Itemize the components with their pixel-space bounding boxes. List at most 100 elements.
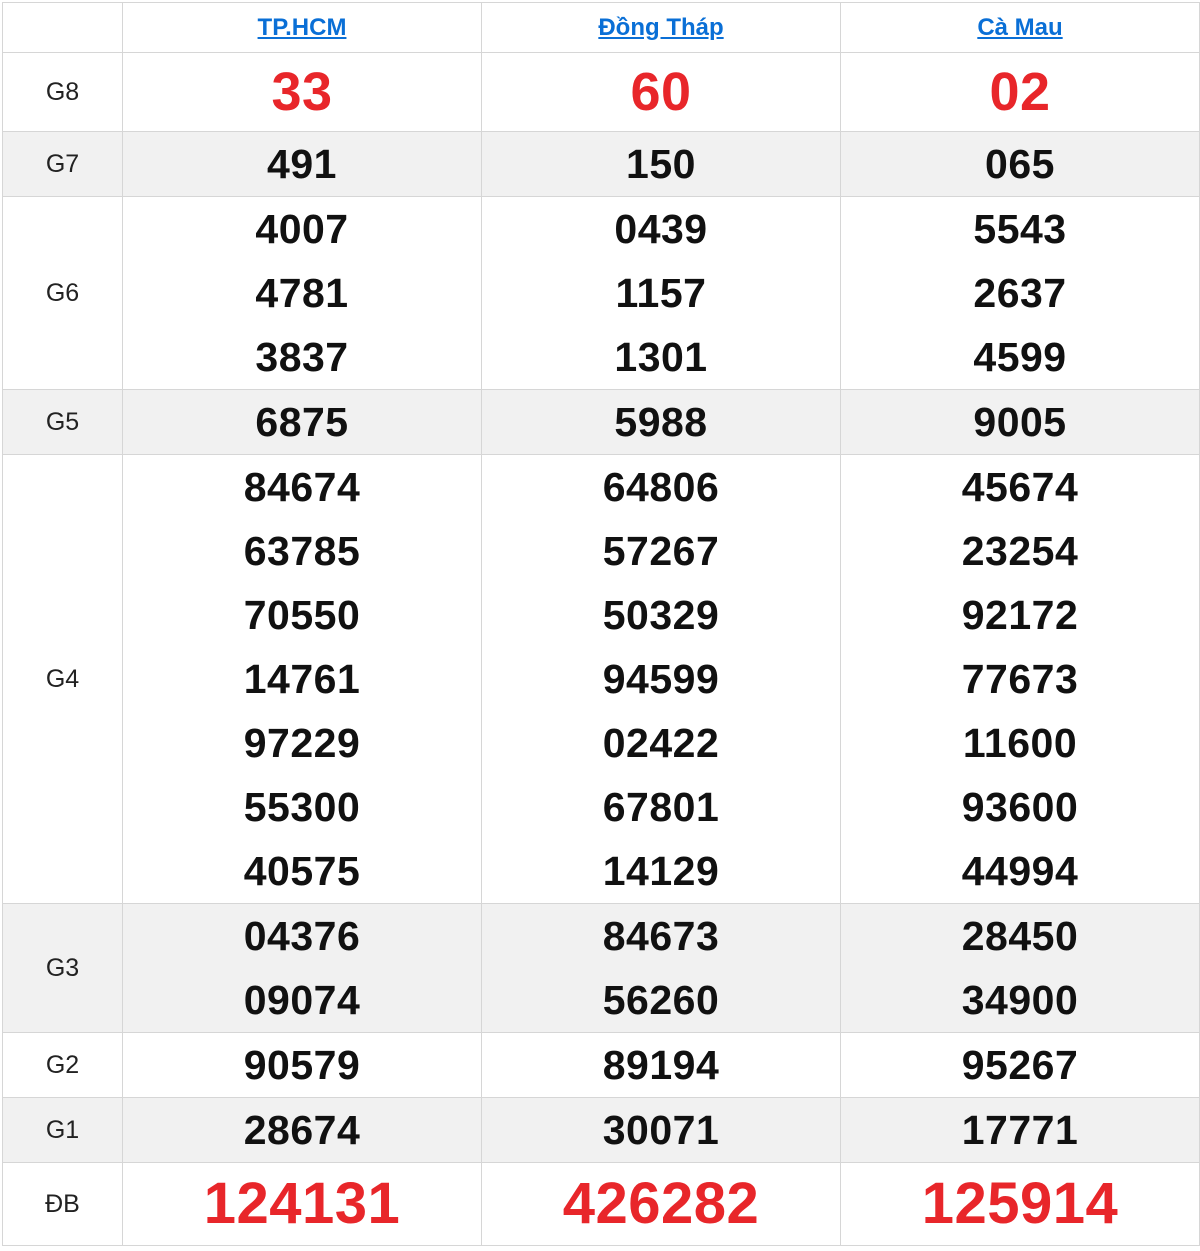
prize-row-g8: G8 33 60 02 (2, 52, 1200, 132)
prize-row-g7: G7 491 150 065 (2, 131, 1200, 197)
result-cell: 9005 (840, 389, 1200, 455)
result-number: 02 (989, 62, 1051, 122)
result-number: 94599 (602, 656, 720, 702)
prize-row-g5: G5 6875 5988 9005 (2, 389, 1200, 455)
result-number: 44994 (961, 848, 1079, 894)
result-number: 9005 (973, 399, 1067, 445)
result-cell: 491 (122, 131, 482, 197)
result-cell: 84674 63785 70550 14761 97229 55300 4057… (122, 454, 482, 904)
result-number: 4599 (973, 334, 1067, 380)
result-number: 95267 (961, 1042, 1079, 1088)
prize-row-special: ĐB 124131 426282 125914 (2, 1162, 1200, 1246)
result-cell: 95267 (840, 1032, 1200, 1098)
result-cell: 5543 2637 4599 (840, 196, 1200, 390)
result-cell: 84673 56260 (481, 903, 841, 1033)
prize-label: G5 (2, 389, 123, 455)
result-cell: 02 (840, 52, 1200, 132)
result-number: 5543 (973, 206, 1067, 252)
result-cell: 33 (122, 52, 482, 132)
result-cell: 150 (481, 131, 841, 197)
result-number: 1301 (614, 334, 708, 380)
result-number: 23254 (961, 528, 1079, 574)
result-cell: 6875 (122, 389, 482, 455)
result-number: 125914 (921, 1171, 1119, 1236)
province-link-ca-mau[interactable]: Cà Mau (977, 14, 1062, 41)
result-number: 45674 (961, 464, 1079, 510)
result-cell: 28450 34900 (840, 903, 1200, 1033)
result-number: 02422 (602, 720, 720, 766)
result-number: 57267 (602, 528, 720, 574)
result-number: 2637 (973, 270, 1067, 316)
result-number: 33 (271, 62, 333, 122)
province-header: Cà Mau (840, 2, 1200, 53)
result-number: 0439 (614, 206, 708, 252)
prize-row-g4: G4 84674 63785 70550 14761 97229 55300 4… (2, 454, 1200, 904)
result-number: 28674 (243, 1107, 361, 1153)
result-number: 09074 (243, 977, 361, 1023)
result-number: 60 (630, 62, 692, 122)
result-number: 89194 (602, 1042, 720, 1088)
result-cell: 4007 4781 3837 (122, 196, 482, 390)
prize-label: G7 (2, 131, 123, 197)
prize-label: G2 (2, 1032, 123, 1098)
result-number: 124131 (203, 1171, 401, 1236)
prize-row-g3: G3 04376 09074 84673 56260 28450 34900 (2, 903, 1200, 1033)
result-number: 3837 (255, 334, 349, 380)
result-cell: 065 (840, 131, 1200, 197)
prize-label: G1 (2, 1097, 123, 1163)
result-cell: 5988 (481, 389, 841, 455)
result-number: 30071 (602, 1107, 720, 1153)
result-number: 4781 (255, 270, 349, 316)
result-number: 04376 (243, 913, 361, 959)
result-cell: 124131 (122, 1162, 482, 1246)
result-cell: 64806 57267 50329 94599 02422 67801 1412… (481, 454, 841, 904)
header-row: TP.HCM Đồng Tháp Cà Mau (2, 2, 1200, 53)
province-header: Đồng Tháp (481, 2, 841, 53)
province-link-dong-thap[interactable]: Đồng Tháp (598, 14, 723, 41)
province-link-tphcm[interactable]: TP.HCM (258, 14, 347, 41)
result-number: 491 (267, 141, 337, 187)
result-number: 17771 (961, 1107, 1079, 1153)
result-cell: 17771 (840, 1097, 1200, 1163)
result-number: 84674 (243, 464, 361, 510)
result-number: 11600 (962, 720, 1078, 766)
result-number: 97229 (243, 720, 361, 766)
result-number: 065 (985, 141, 1055, 187)
result-number: 77673 (961, 656, 1079, 702)
result-cell: 90579 (122, 1032, 482, 1098)
result-cell: 60 (481, 52, 841, 132)
prize-label: ĐB (2, 1162, 123, 1246)
result-number: 90579 (243, 1042, 361, 1088)
result-number: 63785 (243, 528, 361, 574)
corner-cell (2, 2, 123, 53)
result-cell: 28674 (122, 1097, 482, 1163)
result-number: 34900 (961, 977, 1079, 1023)
prize-row-g1: G1 28674 30071 17771 (2, 1097, 1200, 1163)
result-number: 40575 (243, 848, 361, 894)
result-number: 64806 (602, 464, 720, 510)
result-number: 426282 (562, 1171, 760, 1236)
result-number: 56260 (602, 977, 720, 1023)
result-number: 67801 (602, 784, 720, 830)
result-cell: 04376 09074 (122, 903, 482, 1033)
result-number: 14761 (243, 656, 361, 702)
prize-row-g2: G2 90579 89194 95267 (2, 1032, 1200, 1098)
province-header: TP.HCM (122, 2, 482, 53)
result-cell: 30071 (481, 1097, 841, 1163)
result-number: 14129 (602, 848, 720, 894)
result-number: 92172 (961, 592, 1079, 638)
result-number: 6875 (255, 399, 349, 445)
prize-label: G6 (2, 196, 123, 390)
result-cell: 0439 1157 1301 (481, 196, 841, 390)
prize-label: G8 (2, 52, 123, 132)
prize-row-g6: G6 4007 4781 3837 0439 1157 1301 5543 26… (2, 196, 1200, 390)
result-number: 50329 (602, 592, 720, 638)
result-number: 4007 (255, 206, 349, 252)
result-number: 28450 (961, 913, 1079, 959)
result-number: 1157 (615, 270, 707, 316)
result-cell: 125914 (840, 1162, 1200, 1246)
result-number: 84673 (602, 913, 720, 959)
result-number: 55300 (243, 784, 361, 830)
result-cell: 426282 (481, 1162, 841, 1246)
result-number: 70550 (243, 592, 361, 638)
